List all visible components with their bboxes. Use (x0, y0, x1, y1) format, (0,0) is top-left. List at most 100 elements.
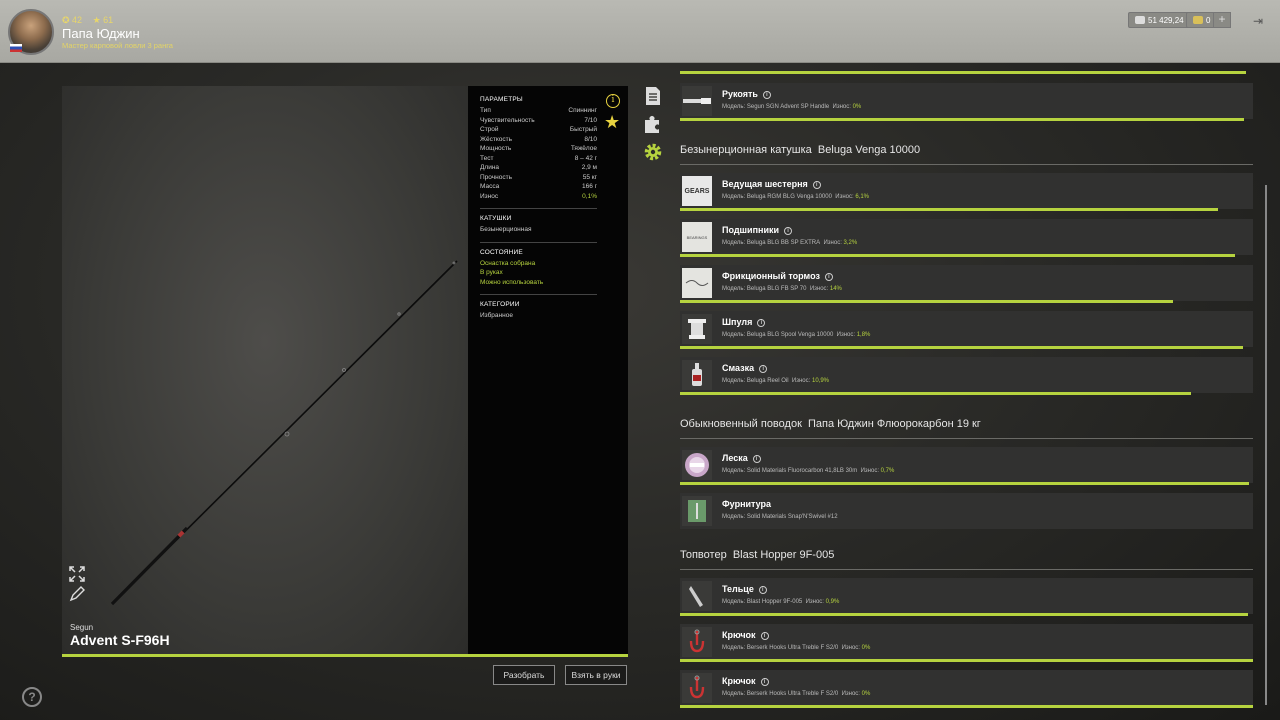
wear-bar (680, 482, 1249, 485)
player-title: Мастер карповой ловли 3 ранга (62, 41, 173, 50)
info-icon[interactable]: i (812, 181, 821, 189)
param-label: Прочность (480, 173, 512, 181)
param-label: Масса (480, 183, 500, 190)
rod-3d-view[interactable]: Segun Advent S-F96H (62, 86, 468, 654)
info-icon[interactable]: i (760, 632, 769, 640)
wear-bar (680, 208, 1218, 211)
info-icon[interactable]: i (758, 586, 767, 594)
category-header: КАТЕГОРИИ (480, 301, 520, 308)
rod-wear-bar (62, 654, 628, 657)
info-icon[interactable]: i (759, 365, 768, 373)
info-icon[interactable]: i (784, 227, 793, 235)
player-stats: ✪ 42 ★ 61 (62, 15, 121, 26)
info-icon[interactable]: i (762, 91, 771, 99)
fullscreen-icon[interactable] (69, 566, 85, 582)
component-name: Тельце (722, 584, 754, 594)
param-row: Тест 8 – 42 г (480, 155, 597, 165)
reels-header: КАТУШКИ (480, 215, 512, 222)
section-title-lure: Топвотер Blast Hopper 9F-005 (680, 549, 835, 561)
param-value: Быстрый (569, 126, 597, 133)
param-value: 166 г (581, 183, 597, 190)
component-model: Модель: Solid Materials Snap'N'Swivel #1… (722, 514, 838, 520)
info-icon[interactable]: i (757, 319, 766, 327)
info-icon[interactable]: i (824, 273, 833, 281)
list-item-gear[interactable]: GEARS Ведущая шестерня i Модель: Beluga R… (680, 173, 1253, 209)
param-label: Тип (480, 107, 491, 114)
rating-badge: ★ 61 (92, 15, 114, 25)
list-item-lure-body[interactable]: Тельце i Модель: Blast Hopper 9F-005 Изно… (680, 578, 1253, 614)
player-name[interactable]: Папа Юджин (62, 26, 140, 41)
level-badge: ✪ 42 (62, 15, 83, 25)
info-icon[interactable]: i (606, 94, 620, 108)
help-icon[interactable]: ? (22, 687, 42, 707)
param-row: Масса 166 г (480, 183, 597, 193)
buy-gold-button[interactable]: + (1213, 12, 1231, 28)
gear-icon[interactable] (643, 142, 663, 162)
rod-image (110, 260, 458, 606)
category-value: Избранное (480, 312, 513, 319)
info-icon[interactable]: i (752, 455, 761, 463)
edit-icon[interactable] (69, 586, 85, 602)
param-row: Длина 2,9 м (480, 164, 597, 174)
param-value: 7/10 (584, 116, 597, 124)
param-value: 8 – 42 г (574, 154, 597, 162)
silver-coins-icon (1135, 16, 1145, 24)
param-label: Мощность (480, 145, 512, 152)
wear-bar (680, 705, 1253, 708)
param-row: Износ 0,1% (480, 193, 597, 203)
puzzle-icon[interactable] (643, 114, 663, 134)
list-scrollbar[interactable] (1265, 185, 1267, 705)
component-model: Модель: Beluga BLG Spool Venga 10000 Изн… (722, 332, 871, 338)
rod-parameters-panel: ПАРАМЕТРЫ Тип Спиннинг Чувствительность 7/1… (468, 86, 628, 654)
wear-bar (680, 118, 1244, 121)
section-title-leader: Обыкновенный поводок Папа Юджин Флюорока… (680, 418, 981, 430)
country-flag-icon (10, 44, 22, 52)
param-label: Длина (480, 164, 500, 171)
snap-swivel-thumb-icon (682, 496, 712, 526)
wear-bar (680, 346, 1243, 349)
list-item-handle[interactable]: Рукоять i Модель: Segun SGN Advent SP Han… (680, 83, 1253, 119)
component-model: Модель: Beluga Reel Oil Износ: 10,9% (722, 378, 829, 384)
drag-thumb-icon (682, 268, 712, 298)
component-name: Леска (722, 453, 748, 463)
divider (480, 241, 597, 243)
silver-balance[interactable]: 51 429,24 (1128, 12, 1191, 28)
wear-bar (680, 300, 1173, 303)
param-label: Износ (480, 192, 499, 200)
param-label: Чувствительность (480, 116, 535, 124)
list-item-terminal-tackle[interactable]: Фурнитура Модель: Solid Materials Snap'N… (680, 493, 1253, 529)
divider (680, 569, 1253, 570)
exit-icon[interactable]: ⇥ (1253, 14, 1263, 28)
param-value: Спиннинг (568, 107, 597, 114)
param-row: Строй Быстрый (480, 126, 597, 136)
component-model: Модель: Solid Materials Fluorocarbon 41,… (722, 468, 895, 474)
state-line: В руках (480, 269, 503, 276)
param-label: Тест (480, 154, 494, 162)
info-icon[interactable]: i (760, 678, 769, 686)
list-item-hook[interactable]: Крючок i Модель: Berserk Hooks Ultra Treb… (680, 670, 1253, 706)
divider (480, 294, 597, 295)
handle-thumb-icon (682, 86, 712, 116)
param-value: 55 кг (582, 173, 597, 181)
tackle-component-list[interactable]: Рукоять i Модель: Segun SGN Advent SP Han… (680, 60, 1254, 720)
treble-hook-thumb-icon (682, 673, 712, 703)
param-row: Мощность Тяжёлое (480, 145, 597, 155)
list-item-oil[interactable]: Смазка i Модель: Beluga Reel Oil Износ: 1… (680, 357, 1253, 393)
list-item-drag[interactable]: Фрикционный тормоз i Модель: Beluga BLG F… (680, 265, 1253, 301)
top-bar: ✪ 42 ★ 61 Папа Юджин Мастер карповой лов… (0, 0, 1280, 63)
wear-bar (680, 659, 1253, 662)
favorite-star-icon[interactable]: ★ (604, 113, 620, 131)
state-header: СОСТОЯНИЕ (480, 248, 523, 256)
param-row: Прочность 55 кг (480, 174, 597, 184)
disassemble-button[interactable]: Разобрать (493, 665, 555, 685)
list-item-line[interactable]: Леска i Модель: Solid Materials Fluorocar… (680, 447, 1253, 483)
take-in-hands-button[interactable]: Взять в руки (565, 665, 627, 685)
document-icon[interactable] (643, 86, 663, 106)
list-item-bearings[interactable]: BEARINGS Подшипники i Модель: Beluga BLG … (680, 219, 1253, 255)
list-item-hook[interactable]: Крючок i Модель: Berserk Hooks Ultra Treb… (680, 624, 1253, 660)
list-item-spool[interactable]: Шпуля i Модель: Beluga BLG Spool Venga 10… (680, 311, 1253, 347)
param-value: 2,9 м (581, 164, 597, 171)
component-name: Крючок (722, 630, 756, 640)
component-model: Модель: Berserk Hooks Ultra Treble F S2/… (722, 645, 871, 651)
component-model: Модель: Beluga BLG BB SP EXTRA Износ: 3,… (722, 240, 858, 246)
